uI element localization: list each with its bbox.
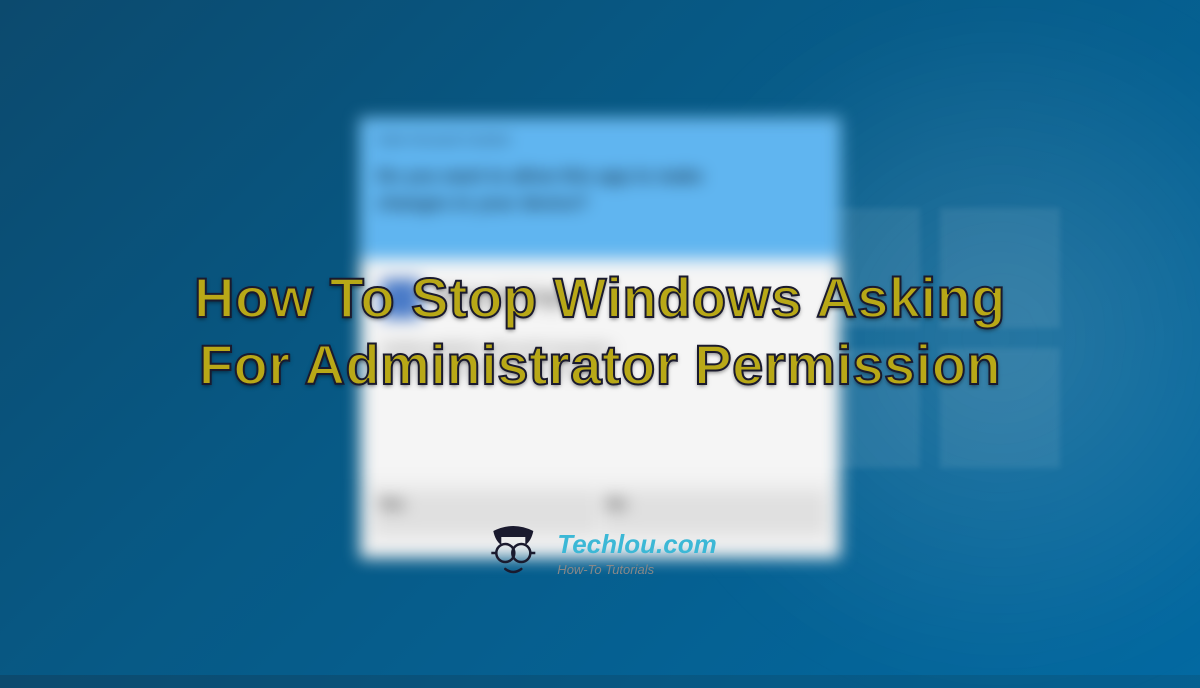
logo-face-icon: [483, 523, 543, 583]
uac-title: User Account Control: [377, 131, 823, 147]
headline-title: How To Stop Windows Asking For Administr…: [0, 264, 1200, 398]
logo-text: Techlou.com How-To Tutorials: [557, 529, 716, 577]
uac-question: Do you want to allow this app to make ch…: [377, 163, 823, 217]
brand-name: Techlou.com: [557, 529, 716, 560]
site-logo: Techlou.com How-To Tutorials: [483, 523, 716, 583]
brand-tagline: How-To Tutorials: [557, 562, 716, 577]
uac-dialog-header: User Account Control Do you want to allo…: [361, 119, 839, 259]
